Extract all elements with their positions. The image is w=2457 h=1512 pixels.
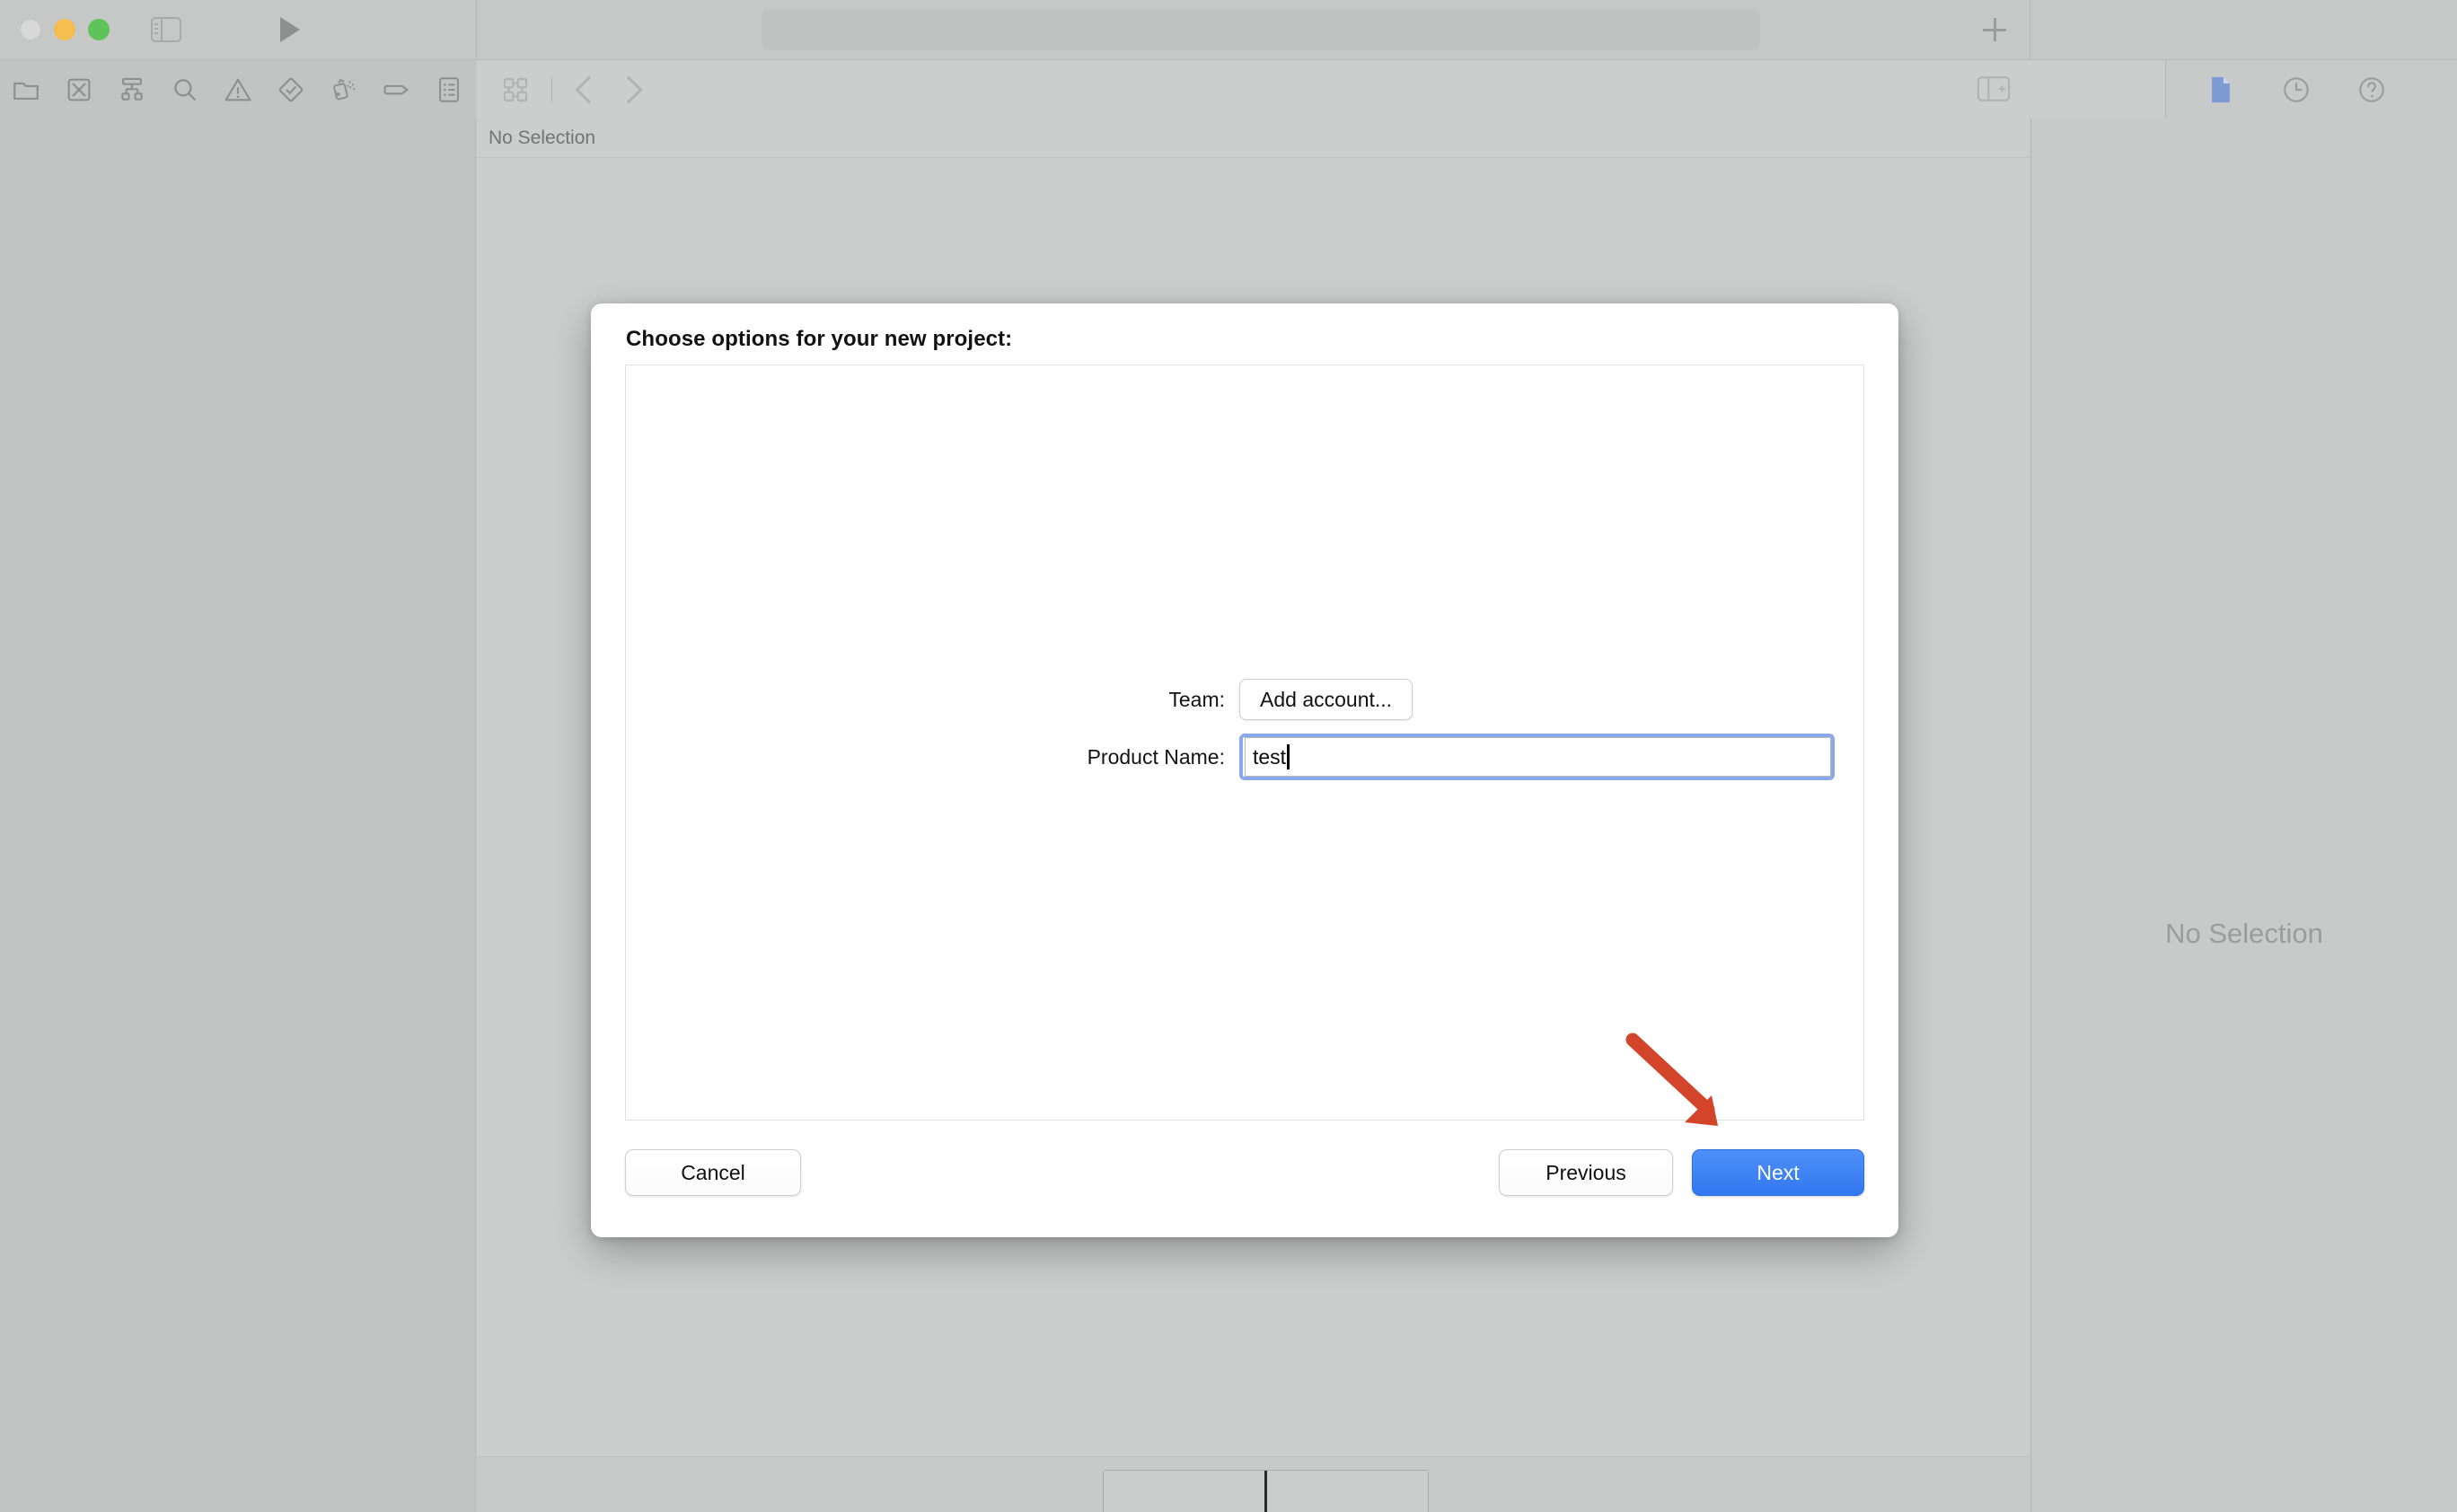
team-row: Team: Add account... <box>626 671 1863 728</box>
cancel-button[interactable]: Cancel <box>625 1149 801 1196</box>
issue-navigator-icon[interactable] <box>223 75 253 105</box>
navigator-panel[interactable] <box>0 119 476 1512</box>
previous-button[interactable]: Previous <box>1499 1149 1673 1196</box>
inspector-empty-label: No Selection <box>2165 918 2323 949</box>
debug-navigator-icon[interactable] <box>329 75 359 105</box>
inspector-toolbar <box>2165 60 2457 119</box>
editor-options-icon[interactable] <box>501 75 530 104</box>
debug-bar <box>477 1456 2030 1512</box>
sidebar-toggle-line <box>154 32 158 34</box>
file-inspector-tab[interactable] <box>2206 75 2236 105</box>
sidebar-toggle-line <box>154 28 158 30</box>
sidebar-toggle-line <box>154 23 158 25</box>
quick-help-inspector-tab[interactable] <box>2356 75 2387 105</box>
dialog-footer: Cancel Previous Next <box>625 1146 1864 1200</box>
jump-bar[interactable]: No Selection <box>477 119 2030 158</box>
titlebar-divider <box>476 0 477 59</box>
close-window-button[interactable] <box>20 19 41 40</box>
dialog-title: Choose options for your new project: <box>626 327 1013 351</box>
sidebar-toggle-frame <box>151 17 181 42</box>
history-inspector-tab[interactable] <box>2281 75 2312 105</box>
sidebar-toggle-split <box>161 17 163 42</box>
zoom-window-button[interactable] <box>88 19 110 40</box>
dialog-form-rows: Team: Add account... Product Name: test <box>626 671 1863 786</box>
report-navigator-icon[interactable] <box>434 75 464 105</box>
product-name-value: test <box>1253 744 1287 769</box>
text-caret <box>1287 744 1290 769</box>
new-project-options-dialog: Choose options for your new project: Tea… <box>591 303 1898 1237</box>
editor-toolbar <box>477 60 2457 119</box>
xcode-window: No Selection No Selection Choose options… <box>0 0 2457 1512</box>
project-navigator-icon[interactable] <box>11 75 41 105</box>
test-navigator-icon[interactable] <box>276 75 306 105</box>
product-name-input[interactable]: test <box>1245 737 1831 777</box>
debug-segment-left[interactable] <box>1104 1471 1264 1512</box>
team-label: Team: <box>1168 687 1225 711</box>
toolbar-divider <box>551 77 552 101</box>
sidebar-toggle-icon[interactable] <box>151 17 181 42</box>
jump-bar-label: No Selection <box>489 127 596 148</box>
dialog-form-panel: Team: Add account... Product Name: test <box>625 365 1864 1121</box>
next-button[interactable]: Next <box>1692 1149 1864 1196</box>
product-name-label: Product Name: <box>1087 744 1225 769</box>
find-navigator-icon[interactable] <box>170 75 200 105</box>
source-control-navigator-icon[interactable] <box>64 75 94 105</box>
breakpoint-navigator-icon[interactable] <box>382 75 412 105</box>
plus-icon[interactable] <box>1981 16 2008 43</box>
symbol-navigator-icon[interactable] <box>117 75 147 105</box>
navigator-toolbar <box>0 60 476 119</box>
debug-segment-right[interactable] <box>1264 1471 1428 1512</box>
product-name-field-focus-ring: test <box>1239 734 1835 780</box>
toolbar-row <box>0 59 2457 119</box>
chevron-left-icon[interactable] <box>575 75 603 104</box>
traffic-lights <box>20 19 110 40</box>
inspector-panel: No Selection <box>2030 119 2457 1512</box>
chevron-right-icon[interactable] <box>614 75 643 104</box>
debug-area-segmented-control[interactable] <box>1103 1470 1429 1512</box>
title-bar <box>0 0 2457 59</box>
add-editor-icon[interactable] <box>1976 75 2012 103</box>
minimize-window-button[interactable] <box>54 19 75 40</box>
product-name-row: Product Name: test <box>626 728 1863 786</box>
activity-status-bar <box>762 9 1760 50</box>
run-play-icon[interactable] <box>280 17 300 42</box>
add-account-button[interactable]: Add account... <box>1239 679 1413 720</box>
